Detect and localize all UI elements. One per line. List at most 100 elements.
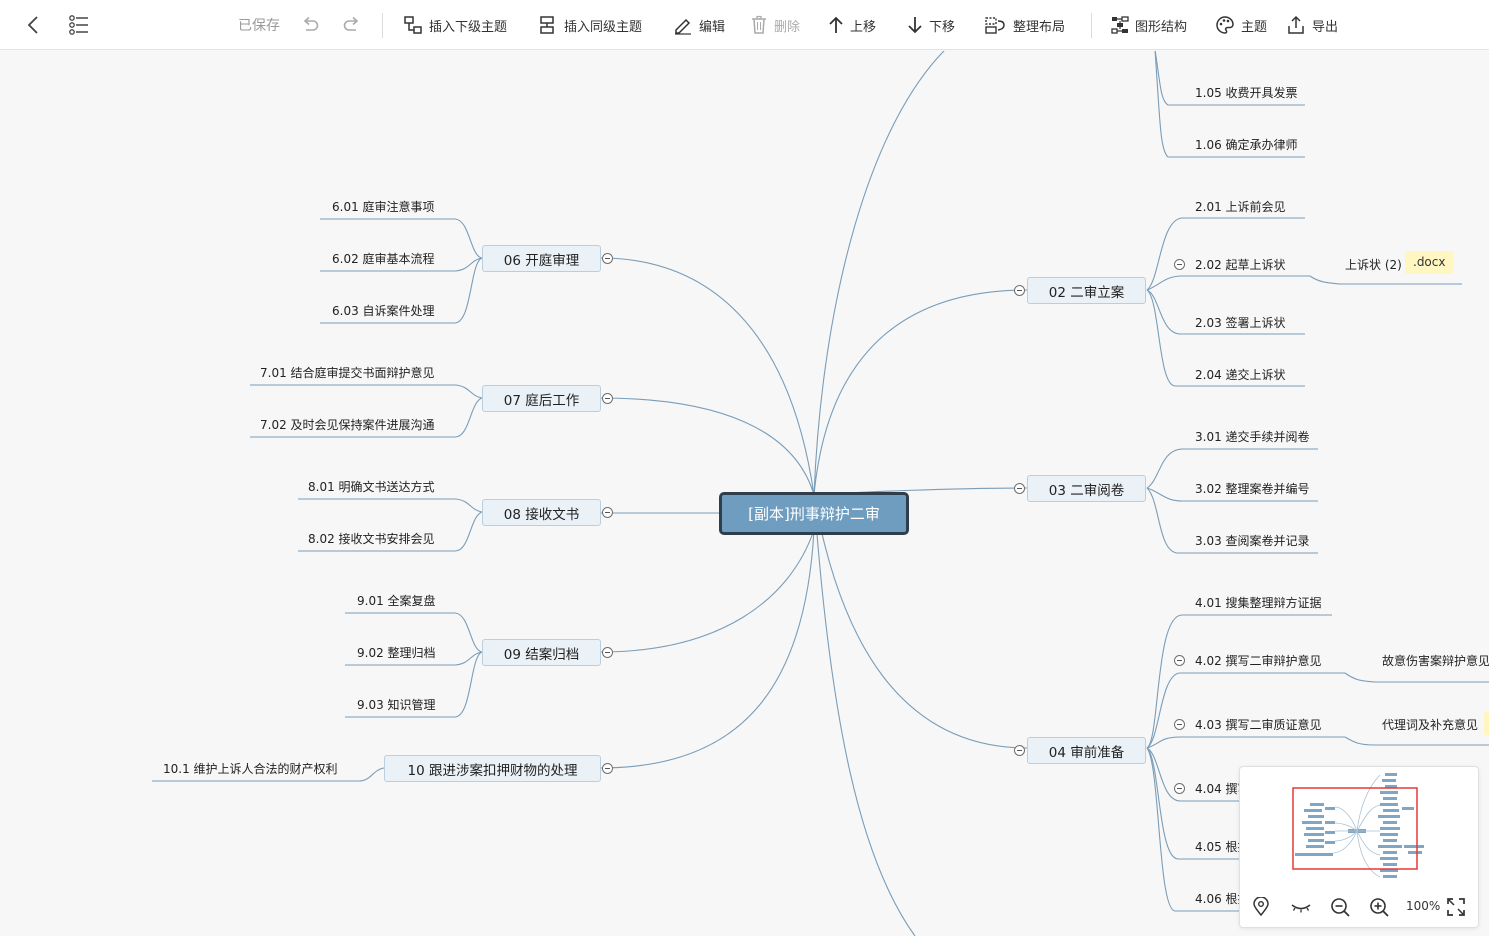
move-down-button[interactable]: 下移 — [907, 0, 955, 50]
structure-icon — [1111, 16, 1129, 34]
leaf-2-03[interactable]: 2.03 签署上诉状 — [1195, 315, 1286, 331]
structure-button[interactable]: 图形结构 — [1111, 0, 1187, 50]
leaf-2-01[interactable]: 2.01 上诉前会见 — [1195, 199, 1286, 215]
move-up-label: 上移 — [850, 19, 877, 35]
outline-button[interactable] — [68, 0, 90, 50]
collapse-toggle-4-04[interactable] — [1174, 783, 1185, 794]
attachment-label[interactable]: 上诉状 (2) — [1345, 257, 1402, 273]
branch-02[interactable]: 02 二审立案 — [1027, 277, 1146, 304]
leaf-4-03-sub[interactable]: 代理词及补充意见 — [1382, 717, 1478, 733]
move-down-label: 下移 — [929, 19, 956, 35]
minimap-controls: 100% — [1240, 893, 1480, 921]
edit-label: 编辑 — [699, 19, 726, 35]
move-up-button[interactable]: 上移 — [828, 0, 876, 50]
leaf-3-02[interactable]: 3.02 整理案卷并编号 — [1195, 481, 1310, 497]
insert-sibling-icon — [540, 16, 554, 34]
save-status: 已保存 — [238, 18, 280, 34]
attachment-tag-partial[interactable] — [1484, 712, 1489, 735]
toolbar-divider — [382, 13, 383, 38]
undo-icon — [303, 16, 319, 31]
export-icon — [1288, 15, 1304, 34]
leaf-4-02-sub[interactable]: 故意伤害案辩护意见 — [1382, 653, 1489, 669]
tidy-layout-label: 整理布局 — [1013, 19, 1066, 35]
export-label: 导出 — [1312, 19, 1339, 35]
leaf-8-01[interactable]: 8.01 明确文书送达方式 — [308, 479, 435, 495]
toolbar-divider — [1091, 13, 1092, 38]
root-topic[interactable]: [副本]刑事辩护二审 — [719, 492, 909, 535]
zoom-in-button[interactable] — [1369, 893, 1389, 921]
leaf-7-02[interactable]: 7.02 及时会见保持案件进展沟通 — [260, 417, 435, 433]
branch-07[interactable]: 07 庭后工作 — [482, 385, 601, 412]
leaf-3-03[interactable]: 3.03 查阅案卷并记录 — [1195, 533, 1310, 549]
branch-03[interactable]: 03 二审阅卷 — [1027, 475, 1146, 502]
leaf-1-06[interactable]: 1.06 确定承办律师 — [1195, 137, 1298, 153]
leaf-7-01[interactable]: 7.01 结合庭审提交书面辩护意见 — [260, 365, 435, 381]
branch-06[interactable]: 06 开庭审理 — [482, 245, 601, 272]
collapse-toggle-06[interactable] — [602, 253, 613, 264]
collapse-toggle-03[interactable] — [1014, 483, 1025, 494]
collapse-toggle-10[interactable] — [602, 763, 613, 774]
collapse-toggle-4-02[interactable] — [1174, 655, 1185, 666]
collapse-toggle-08[interactable] — [602, 507, 613, 518]
leaf-4-03[interactable]: 4.03 撰写二审质证意见 — [1195, 717, 1322, 733]
insert-child-button[interactable]: 插入下级主题 — [403, 0, 507, 50]
redo-icon — [343, 16, 359, 31]
pencil-icon — [675, 18, 691, 35]
fullscreen-button[interactable] — [1446, 893, 1466, 921]
leaf-2-02[interactable]: 2.02 起草上诉状 — [1195, 257, 1286, 273]
location-pin-icon — [1253, 897, 1269, 917]
zoom-level: 100% — [1406, 899, 1441, 913]
minimap-preview — [1292, 773, 1424, 878]
leaf-3-01[interactable]: 3.01 递交手续并阅卷 — [1195, 429, 1310, 445]
insert-child-label: 插入下级主题 — [429, 19, 508, 35]
export-button[interactable]: 导出 — [1286, 0, 1338, 50]
leaf-10-1[interactable]: 10.1 维护上诉人合法的财产权利 — [163, 761, 338, 777]
branch-10[interactable]: 10 跟进涉案扣押财物的处理 — [384, 755, 601, 782]
collapse-toggle-4-03[interactable] — [1174, 719, 1185, 730]
toolbar: 已保存 插入下级主题 插入同级主题 编辑 删除 上移 下移 整理布局 图形结构 — [0, 0, 1489, 50]
zoom-out-button[interactable] — [1330, 893, 1350, 921]
leaf-6-03[interactable]: 6.03 自诉案件处理 — [332, 303, 435, 319]
leaf-2-04[interactable]: 2.04 递交上诉状 — [1195, 367, 1286, 383]
insert-sibling-button[interactable]: 插入同级主题 — [538, 0, 642, 50]
branch-04[interactable]: 04 审前准备 — [1027, 737, 1146, 764]
leaf-4-01[interactable]: 4.01 搜集整理辩方证据 — [1195, 595, 1322, 611]
branch-08[interactable]: 08 接收文书 — [482, 499, 601, 526]
palette-icon — [1216, 16, 1234, 34]
leaf-8-02[interactable]: 8.02 接收文书安排会见 — [308, 531, 435, 547]
outline-list-icon — [69, 15, 88, 35]
arrow-down-icon — [908, 17, 922, 34]
locate-button[interactable] — [1252, 893, 1270, 921]
collapse-toggle-02[interactable] — [1014, 285, 1025, 296]
insert-child-icon — [404, 16, 422, 34]
collapse-toggle-07[interactable] — [602, 393, 613, 404]
theme-button[interactable]: 主题 — [1215, 0, 1267, 50]
leaf-9-02[interactable]: 9.02 整理归档 — [357, 645, 436, 661]
hide-minimap-button[interactable] — [1290, 893, 1312, 921]
minimap[interactable]: 100% — [1239, 766, 1479, 928]
zoom-in-icon — [1370, 898, 1389, 917]
leaf-6-01[interactable]: 6.01 庭审注意事项 — [332, 199, 435, 215]
leaf-9-01[interactable]: 9.01 全案复盘 — [357, 593, 436, 609]
collapse-toggle-09[interactable] — [602, 647, 613, 658]
leaf-9-03[interactable]: 9.03 知识管理 — [357, 697, 436, 713]
delete-button[interactable]: 删除 — [750, 0, 800, 50]
arrow-up-icon — [829, 16, 843, 33]
collapse-toggle-04[interactable] — [1014, 745, 1025, 756]
redo-button[interactable] — [342, 0, 362, 50]
branch-09[interactable]: 09 结案归档 — [482, 639, 601, 666]
docx-attachment-tag[interactable]: .docx — [1405, 251, 1454, 274]
collapse-toggle-2-02[interactable] — [1174, 259, 1185, 270]
insert-sibling-label: 插入同级主题 — [564, 19, 643, 35]
edit-button[interactable]: 编辑 — [673, 0, 725, 50]
zoom-out-icon — [1331, 898, 1350, 917]
chevron-left-icon — [27, 16, 38, 34]
back-button[interactable] — [24, 0, 42, 50]
structure-label: 图形结构 — [1135, 19, 1188, 35]
leaf-4-02[interactable]: 4.02 撰写二审辩护意见 — [1195, 653, 1322, 669]
leaf-6-02[interactable]: 6.02 庭审基本流程 — [332, 251, 435, 267]
undo-button[interactable] — [300, 0, 320, 50]
leaf-1-05[interactable]: 1.05 收费开具发票 — [1195, 85, 1298, 101]
tidy-layout-button[interactable]: 整理布局 — [985, 0, 1065, 50]
layout-icon — [985, 17, 1005, 34]
